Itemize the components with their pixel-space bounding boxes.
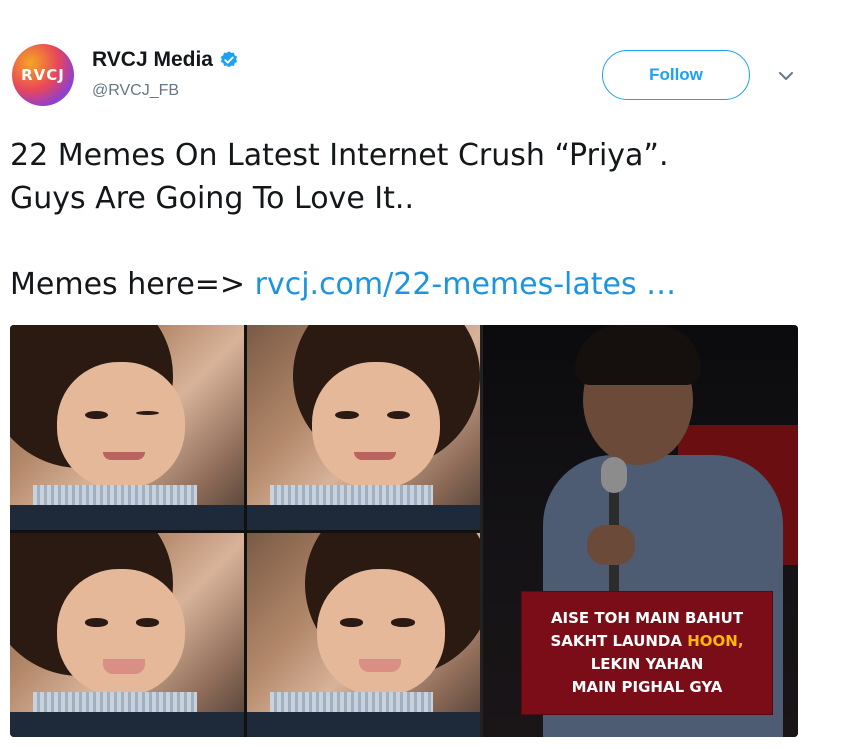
meme-photo-3 (10, 532, 244, 737)
caption-line-3: LEKIN YAHAN (590, 655, 704, 673)
avatar-logo-text: RVCJ (21, 66, 65, 84)
caption-line-2-text: SAKHT LAUNDA (550, 632, 688, 650)
meme-photo-1 (10, 325, 244, 530)
tweet-line-1: 22 Memes On Latest Internet Crush “Priya… (10, 138, 669, 173)
chevron-down-icon[interactable] (776, 66, 796, 86)
caption-line-1: AISE TOH MAIN BAHUT (550, 609, 744, 627)
author-name-text: RVCJ Media (92, 48, 213, 71)
tweet-line-link: Memes here=> rvcj.com/22-memes-lates … (10, 263, 830, 306)
memes-prefix: Memes here=> (10, 267, 255, 302)
follow-button[interactable]: Follow (602, 50, 750, 100)
caption-line-2: SAKHT LAUNDA HOON, (550, 630, 743, 653)
meme-photo-4 (246, 532, 480, 737)
caption-line-4: MAIN PIGHAL GYA (571, 678, 723, 696)
tweet-body: 22 Memes On Latest Internet Crush “Priya… (10, 134, 830, 306)
tweet-line-2: Guys Are Going To Love It.. (10, 181, 414, 216)
verified-badge-icon (220, 51, 238, 68)
tweet-media[interactable]: AISE TOH MAIN BAHUT SAKHT LAUNDA HOON, L… (10, 325, 798, 737)
meme-photo-2 (246, 325, 480, 530)
article-link[interactable]: rvcj.com/22-memes-lates … (255, 267, 677, 302)
meme-photo-grid (10, 325, 480, 737)
caption-highlight: HOON, (687, 632, 744, 650)
author-handle[interactable]: @RVCJ_FB (92, 82, 179, 100)
author-name[interactable]: RVCJ Media (92, 48, 239, 72)
comedian-meme-image: AISE TOH MAIN BAHUT SAKHT LAUNDA HOON, L… (483, 325, 798, 737)
meme-caption: AISE TOH MAIN BAHUT SAKHT LAUNDA HOON, L… (521, 591, 773, 715)
avatar[interactable]: RVCJ (12, 44, 74, 106)
tweet-header: RVCJ RVCJ Media @RVCJ_FB Follow (12, 44, 838, 110)
